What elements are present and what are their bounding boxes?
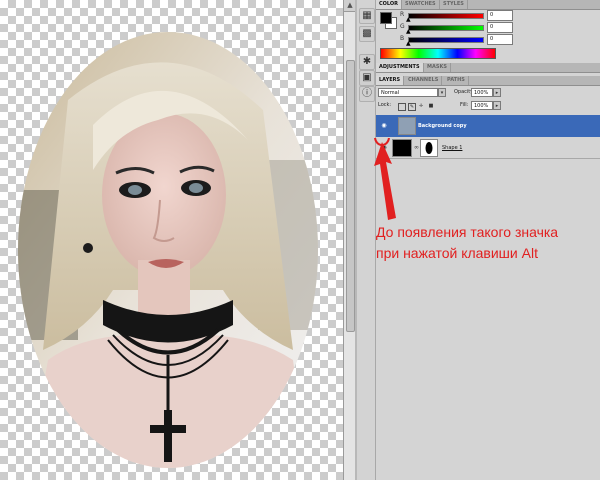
color-spectrum-ramp[interactable] xyxy=(380,48,496,59)
green-channel-row: G ▲ 0 xyxy=(400,22,600,35)
red-channel-row: R ▲ 0 xyxy=(400,10,600,23)
panel-icon-strip: ▦ ▩ ✱ ▣ ⓘ xyxy=(357,0,376,480)
tab-channels[interactable]: CHANNELS xyxy=(405,76,443,85)
tab-paths[interactable]: PATHS xyxy=(444,76,469,85)
fill-slider-arrow-icon[interactable]: ▸ xyxy=(493,101,501,110)
adjustments-panel-icon[interactable]: ✱ xyxy=(359,54,375,70)
red-channel-value[interactable]: 0 xyxy=(487,10,513,21)
tab-swatches[interactable]: SWATCHES xyxy=(402,0,440,9)
shape-layer-thumbnail xyxy=(392,139,412,157)
opacity-field[interactable]: 100% xyxy=(471,88,493,97)
layer-row-background-copy[interactable]: ◉ Background copy xyxy=(376,115,600,137)
lock-pixels-icon[interactable]: ✎ xyxy=(408,103,416,111)
color-panel-icon[interactable]: ▦ xyxy=(359,8,375,24)
masks-panel-icon[interactable]: ▣ xyxy=(359,70,375,86)
visibility-eye-icon[interactable]: ◉ xyxy=(379,143,389,153)
tab-styles[interactable]: STYLES xyxy=(440,0,468,9)
blue-channel-row: B ▲ 0 xyxy=(400,34,600,47)
tab-masks[interactable]: MASKS xyxy=(424,63,451,72)
fill-field[interactable]: 100% xyxy=(471,101,493,110)
red-channel-slider[interactable] xyxy=(408,13,484,19)
opacity-slider-arrow-icon[interactable]: ▸ xyxy=(493,88,501,97)
adjustments-panel-tabs: ADJUSTMENTS MASKS xyxy=(376,63,600,73)
lock-all-icon[interactable]: ■ xyxy=(428,103,434,109)
blue-channel-label: B xyxy=(400,35,405,42)
green-channel-value[interactable]: 0 xyxy=(487,22,513,33)
red-channel-label: R xyxy=(400,11,405,18)
visibility-eye-icon[interactable]: ◉ xyxy=(379,121,389,131)
annotation-line-2: при нажатой клавиши Alt xyxy=(376,245,538,261)
annotation-line-1: До появления такого значка xyxy=(376,224,559,240)
blue-slider-handle-icon[interactable]: ▲ xyxy=(406,41,411,47)
blue-channel-slider[interactable] xyxy=(408,37,484,43)
portrait-image xyxy=(18,32,318,468)
lock-label: Lock: xyxy=(378,102,392,108)
info-panel-icon[interactable]: ⓘ xyxy=(359,86,375,102)
tab-adjustments[interactable]: ADJUSTMENTS xyxy=(376,63,424,72)
blue-channel-value[interactable]: 0 xyxy=(487,34,513,45)
tab-color[interactable]: COLOR xyxy=(376,0,403,9)
fill-label: Fill: xyxy=(460,102,469,108)
foreground-color-swatch[interactable] xyxy=(380,12,392,24)
blend-mode-select[interactable]: Normal xyxy=(378,88,438,97)
blend-mode-dropdown-icon[interactable]: ▾ xyxy=(438,88,446,97)
scrollbar-thumb[interactable] xyxy=(346,60,355,332)
vector-mask-oval-icon xyxy=(425,142,433,154)
green-channel-slider[interactable] xyxy=(408,25,484,31)
lock-transparency-icon[interactable] xyxy=(398,103,406,111)
green-channel-label: G xyxy=(400,23,405,30)
swatches-panel-icon[interactable]: ▩ xyxy=(359,26,375,42)
layers-panel-tabs: LAYERS CHANNELS PATHS xyxy=(376,76,600,86)
layer-name[interactable]: Shape 1 xyxy=(442,137,462,159)
annotation-text: До появления такого значка при нажатой к… xyxy=(376,222,600,264)
document-canvas[interactable] xyxy=(0,0,343,480)
link-chain-icon: ∞ xyxy=(414,144,419,151)
tab-layers[interactable]: LAYERS xyxy=(376,76,405,85)
lock-position-icon[interactable]: ✛ xyxy=(418,103,424,109)
layer-row-shape-1[interactable]: ◉ ∞ Shape 1 xyxy=(376,137,600,159)
layer-name[interactable]: Background copy xyxy=(418,115,467,137)
blend-mode-value: Normal xyxy=(381,90,400,96)
vector-mask-thumbnail xyxy=(420,139,438,157)
layer-thumbnail xyxy=(398,117,416,135)
color-panel-tabs: COLOR SWATCHES STYLES xyxy=(376,0,600,10)
